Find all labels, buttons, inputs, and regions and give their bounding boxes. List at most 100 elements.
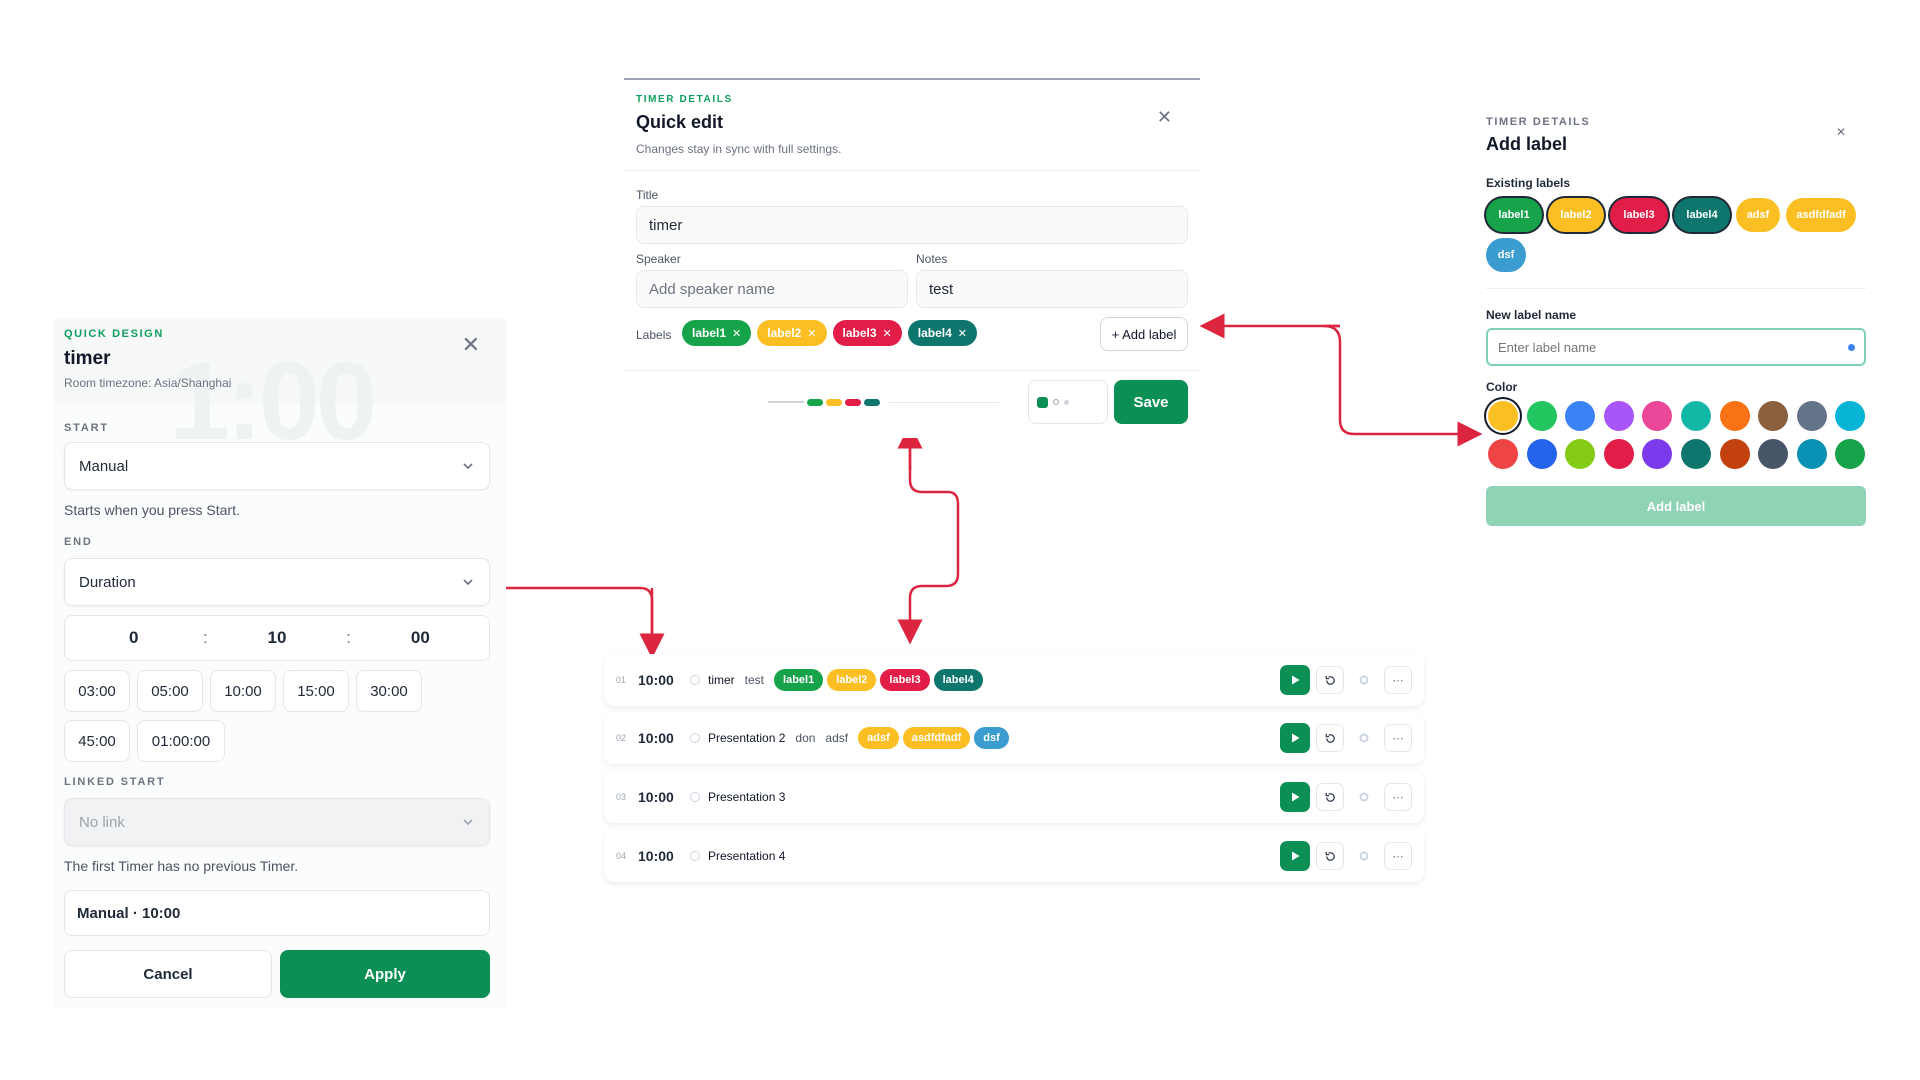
more-button[interactable]: ⋯ — [1384, 842, 1412, 870]
timer-index: 04 — [616, 851, 627, 861]
preset-03-00[interactable]: 03:00 — [64, 670, 130, 712]
save-button[interactable]: Save — [1114, 380, 1188, 424]
add-label-submit-button[interactable]: Add label — [1486, 486, 1866, 526]
label-chip[interactable]: label2 ✕ — [757, 320, 827, 346]
linked-start-value: No link — [79, 813, 125, 831]
color-swatch[interactable] — [1835, 439, 1866, 469]
color-swatch[interactable] — [1681, 439, 1711, 469]
add-label-button[interactable]: + Add label — [1100, 317, 1188, 351]
existing-label[interactable]: adsf — [1736, 198, 1780, 232]
color-swatch[interactable] — [1681, 401, 1711, 431]
remove-icon[interactable]: ✕ — [807, 327, 816, 340]
close-icon[interactable]: ✕ — [1157, 108, 1172, 126]
remove-icon[interactable]: ✕ — [883, 327, 892, 340]
timer-row[interactable]: 01 10:00 timer test label1 label2 label3 label4… — [604, 654, 1424, 706]
reset-button[interactable] — [1316, 724, 1344, 752]
gear-icon — [1359, 733, 1369, 743]
preset-15-00[interactable]: 15:00 — [283, 670, 349, 712]
end-select[interactable]: Duration — [64, 558, 490, 606]
gear-icon — [1359, 792, 1369, 802]
existing-label[interactable]: dsf — [1486, 238, 1526, 272]
settings-button[interactable] — [1350, 724, 1378, 752]
notes-input[interactable]: test — [916, 270, 1188, 308]
color-swatch[interactable] — [1642, 439, 1673, 469]
label-chip[interactable]: label4 ✕ — [907, 320, 977, 346]
play-button[interactable] — [1280, 723, 1310, 753]
color-swatch[interactable] — [1603, 401, 1634, 431]
status-dot-icon — [690, 675, 700, 685]
minutes-value[interactable]: 10 — [208, 628, 345, 648]
start-select[interactable]: Manual — [64, 442, 490, 490]
color-swatch[interactable] — [1565, 401, 1596, 431]
reset-icon — [1325, 792, 1335, 802]
color-swatch[interactable] — [1526, 401, 1557, 431]
color-swatch[interactable] — [1719, 439, 1750, 469]
color-swatch[interactable] — [1488, 401, 1518, 431]
apply-button[interactable]: Apply — [280, 950, 490, 998]
more-button[interactable]: ⋯ — [1384, 724, 1412, 752]
status-dot-icon — [690, 851, 700, 861]
color-swatch[interactable] — [1526, 439, 1557, 469]
preset-10-00[interactable]: 10:00 — [210, 670, 276, 712]
label-name-input[interactable] — [1486, 328, 1866, 366]
timer-notes: adsf — [825, 731, 849, 745]
label-chip[interactable]: label3 ✕ — [832, 320, 902, 346]
more-button[interactable]: ⋯ — [1384, 783, 1412, 811]
more-button[interactable]: ⋯ — [1384, 666, 1412, 694]
hours-value[interactable]: 0 — [65, 628, 202, 648]
end-select-value: Duration — [79, 573, 136, 591]
play-button[interactable] — [1280, 665, 1310, 695]
label-chips: label1 ✕ label2 ✕ label3 ✕ label4 ✕ — [682, 320, 983, 346]
timer-preview-strip — [768, 395, 1028, 409]
reset-button[interactable] — [1316, 842, 1344, 870]
close-icon[interactable]: ✕ — [462, 334, 480, 356]
reset-button[interactable] — [1316, 666, 1344, 694]
end-section-label: END — [64, 536, 93, 548]
play-button[interactable] — [1280, 782, 1310, 812]
title-input[interactable]: timer — [636, 206, 1188, 244]
preset-30-00[interactable]: 30:00 — [356, 670, 422, 712]
settings-button[interactable] — [1350, 666, 1378, 694]
timer-label-chip: label3 — [880, 669, 930, 691]
color-swatch[interactable] — [1603, 439, 1634, 469]
timer-row[interactable]: 02 10:00 Presentation 2 don adsf adsf asdfdfad… — [604, 712, 1424, 764]
color-swatch[interactable] — [1642, 401, 1673, 431]
speaker-input[interactable]: Add speaker name — [636, 270, 908, 308]
reset-icon — [1053, 399, 1059, 405]
color-swatch[interactable] — [1796, 439, 1827, 469]
color-swatch[interactable] — [1565, 439, 1596, 469]
start-section-label: START — [64, 422, 109, 434]
preset-01-00-00[interactable]: 01:00:00 — [137, 720, 225, 762]
color-swatch[interactable] — [1796, 401, 1827, 431]
color-swatch[interactable] — [1835, 401, 1866, 431]
existing-label[interactable]: label2 — [1548, 198, 1604, 232]
settings-button[interactable] — [1350, 783, 1378, 811]
remove-icon[interactable]: ✕ — [732, 327, 741, 340]
reset-button[interactable] — [1316, 783, 1344, 811]
existing-label[interactable]: label3 — [1610, 198, 1668, 232]
play-button[interactable] — [1280, 841, 1310, 871]
color-swatch[interactable] — [1488, 439, 1518, 469]
close-icon[interactable]: ✕ — [1836, 126, 1846, 138]
color-swatch[interactable] — [1758, 439, 1789, 469]
color-swatch[interactable] — [1758, 401, 1789, 431]
seconds-value[interactable]: 00 — [352, 628, 489, 648]
timer-row[interactable]: 03 10:00 Presentation 3 ⋯ — [604, 771, 1424, 823]
cancel-button[interactable]: Cancel — [64, 950, 272, 998]
duration-input[interactable]: 0 : 10 : 00 — [64, 615, 490, 661]
timer-row[interactable]: 04 10:00 Presentation 4 ⋯ — [604, 830, 1424, 882]
settings-button[interactable] — [1350, 842, 1378, 870]
reset-icon — [1325, 851, 1335, 861]
start-select-value: Manual — [79, 457, 129, 475]
chevron-down-icon — [463, 819, 473, 826]
remove-icon[interactable]: ✕ — [958, 327, 967, 340]
existing-label[interactable]: label1 — [1486, 198, 1542, 232]
existing-label[interactable]: asdfdfadf — [1786, 198, 1856, 232]
existing-label[interactable]: label4 — [1674, 198, 1730, 232]
preset-45-00[interactable]: 45:00 — [64, 720, 130, 762]
color-swatch[interactable] — [1719, 401, 1750, 431]
linked-start-hint: The first Timer has no previous Timer. — [64, 858, 299, 874]
preset-05-00[interactable]: 05:00 — [137, 670, 203, 712]
label-chip[interactable]: label1 ✕ — [682, 320, 752, 346]
quick-design-header: 1:00 QUICK DESIGN timer Room timezone: A… — [54, 318, 506, 463]
